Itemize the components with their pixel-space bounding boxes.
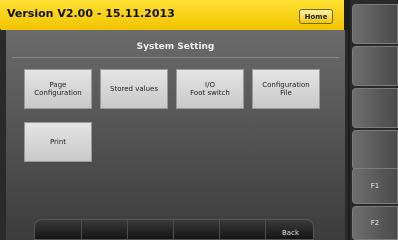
stored-values-button[interactable]: Stored values [100,69,168,109]
version-title: Version V2.00 - 15.11.2013 [7,7,175,20]
io-foot-switch-button[interactable]: I/O Foot switch [176,69,244,109]
page-title: System Setting [136,42,215,52]
side-softkey-4[interactable] [352,130,398,170]
print-button[interactable]: Print [24,122,92,162]
page-configuration-button[interactable]: Page Configuration [24,69,92,109]
side-softkey-3[interactable] [352,88,398,128]
f1-button[interactable]: F1 [352,168,398,204]
side-softkey-panel: F1 F2 [350,0,398,240]
f2-button[interactable]: F2 [352,206,398,240]
side-softkey-1[interactable] [352,4,398,44]
home-button[interactable]: Home [299,9,333,24]
softkey-divider [173,220,174,239]
softkey-divider [81,220,82,239]
system-setting-panel: System Setting Page Configuration Stored… [0,30,348,240]
header-bar: Version V2.00 - 15.11.2013 Home [0,0,344,30]
softkey-divider [265,220,266,239]
softkey-divider [127,220,128,239]
softkey-divider [219,220,220,239]
side-softkey-2[interactable] [352,46,398,86]
bottom-softkey-bar: Back [34,219,314,240]
configuration-file-button[interactable]: Configuration File [252,69,320,109]
back-button[interactable]: Back [282,229,299,237]
title-divider [12,57,339,58]
